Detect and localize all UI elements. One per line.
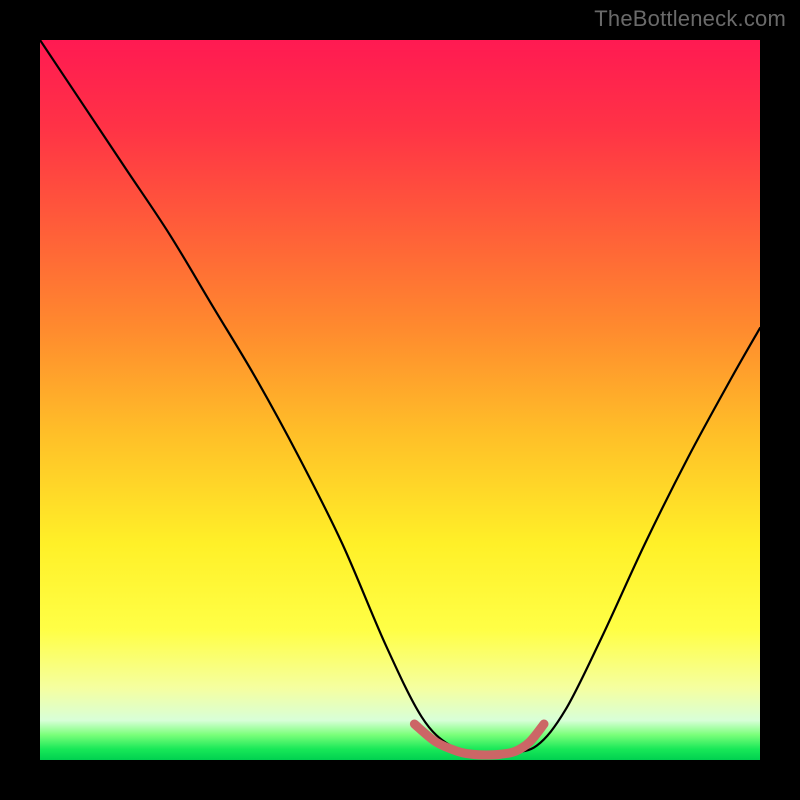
plot-area xyxy=(40,40,760,760)
chart-frame: TheBottleneck.com xyxy=(0,0,800,800)
curve-layer xyxy=(40,40,760,760)
optimal-region-highlight xyxy=(414,724,544,755)
watermark-text: TheBottleneck.com xyxy=(594,6,786,32)
bottleneck-curve xyxy=(40,40,760,754)
